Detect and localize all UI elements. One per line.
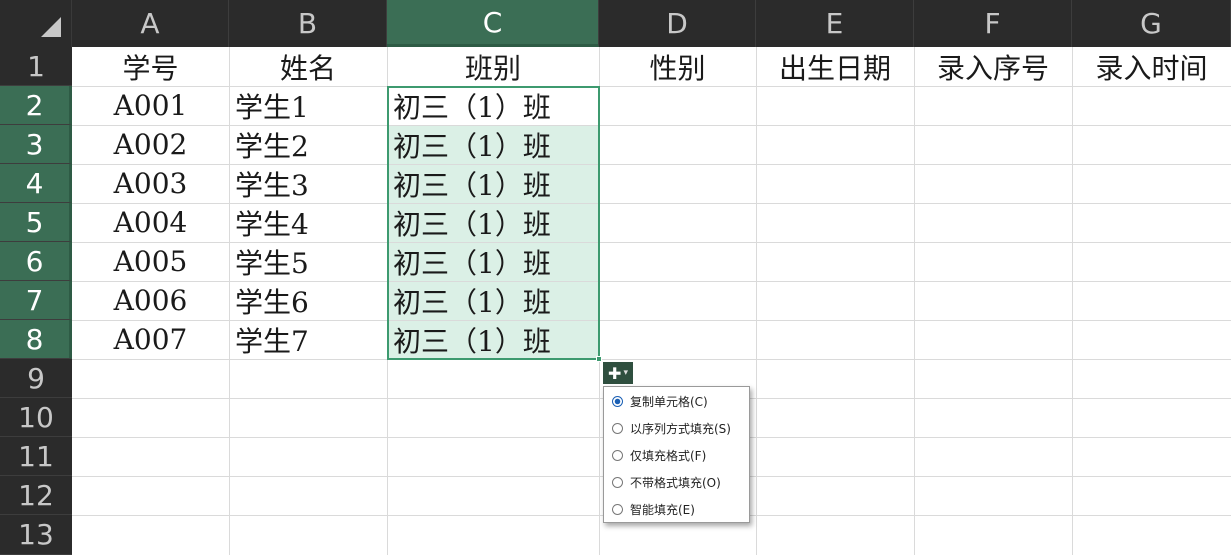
cell-g1[interactable]: 录入时间 (1072, 47, 1231, 86)
menu-item-label: 以序列方式填充(S) (630, 422, 731, 436)
column-header-d[interactable]: D (599, 0, 756, 47)
row-header-4[interactable]: 4 (0, 164, 72, 203)
cell-b6[interactable]: 学生5 (229, 242, 387, 281)
menu-item-label: 复制单元格(C) (630, 395, 708, 409)
cell-b7[interactable]: 学生6 (229, 281, 387, 320)
cell-d1[interactable]: 性别 (599, 47, 756, 86)
select-all-triangle-icon (41, 17, 61, 37)
cell-a1[interactable]: 学号 (72, 47, 229, 86)
gridline (72, 359, 1231, 360)
column-header-a[interactable]: A (72, 0, 229, 47)
radio-icon[interactable] (612, 423, 623, 434)
cell-b8[interactable]: 学生7 (229, 320, 387, 359)
row-header-1[interactable]: 1 (0, 47, 72, 86)
cell-b1[interactable]: 姓名 (229, 47, 387, 86)
menu-item-label: 仅填充格式(F) (630, 449, 707, 463)
cell-a6[interactable]: A005 (72, 242, 229, 281)
row-header-8[interactable]: 8 (0, 320, 72, 359)
cell-f1[interactable]: 录入序号 (914, 47, 1072, 86)
auto-fill-options-button[interactable]: ✚ ▾ (603, 362, 633, 384)
menu-item-label: 不带格式填充(O) (630, 476, 721, 490)
menu-item-copy-cells[interactable]: 复制单元格(C) (604, 388, 749, 415)
menu-item-label: 智能填充(E) (630, 503, 695, 517)
radio-selected-icon[interactable] (612, 396, 623, 407)
radio-icon[interactable] (612, 450, 623, 461)
fill-handle[interactable] (596, 356, 602, 362)
auto-fill-options-menu: 复制单元格(C) 以序列方式填充(S) 仅填充格式(F) 不带格式填充(O) 智… (603, 386, 750, 523)
cell-a2[interactable]: A001 (72, 86, 229, 125)
radio-icon[interactable] (612, 477, 623, 488)
row-header-11[interactable]: 11 (0, 437, 72, 476)
cell-b2[interactable]: 学生1 (229, 86, 387, 125)
row-header-13[interactable]: 13 (0, 515, 72, 555)
row-header-7[interactable]: 7 (0, 281, 72, 320)
cell-a8[interactable]: A007 (72, 320, 229, 359)
menu-item-fill-formatting-only[interactable]: 仅填充格式(F) (604, 442, 749, 469)
menu-item-flash-fill[interactable]: 智能填充(E) (604, 496, 749, 523)
row-header-10[interactable]: 10 (0, 398, 72, 437)
row-header-9[interactable]: 9 (0, 359, 72, 398)
menu-item-fill-without-formatting[interactable]: 不带格式填充(O) (604, 469, 749, 496)
row-header-3[interactable]: 3 (0, 125, 72, 164)
row-header-6[interactable]: 6 (0, 242, 72, 281)
radio-icon[interactable] (612, 504, 623, 515)
selection-border (387, 86, 600, 360)
menu-item-fill-series[interactable]: 以序列方式填充(S) (604, 415, 749, 442)
cell-a4[interactable]: A003 (72, 164, 229, 203)
row-header-5[interactable]: 5 (0, 203, 72, 242)
cell-c1[interactable]: 班别 (387, 47, 599, 86)
column-header-b[interactable]: B (229, 0, 387, 47)
row-header-12[interactable]: 12 (0, 476, 72, 515)
column-header-g[interactable]: G (1072, 0, 1231, 47)
cell-b3[interactable]: 学生2 (229, 125, 387, 164)
cell-a3[interactable]: A002 (72, 125, 229, 164)
gridline (914, 47, 915, 555)
cell-b5[interactable]: 学生4 (229, 203, 387, 242)
column-header-e[interactable]: E (756, 0, 914, 47)
cell-e1[interactable]: 出生日期 (756, 47, 914, 86)
column-header-c[interactable]: C (387, 0, 599, 47)
gridline (756, 47, 757, 555)
cell-a5[interactable]: A004 (72, 203, 229, 242)
column-header-f[interactable]: F (914, 0, 1072, 47)
chevron-down-icon: ▾ (623, 368, 628, 378)
auto-fill-options-icon: ✚ (608, 363, 622, 383)
cell-a7[interactable]: A006 (72, 281, 229, 320)
gridline (1072, 47, 1073, 555)
cell-b4[interactable]: 学生3 (229, 164, 387, 203)
select-all-corner[interactable] (0, 0, 72, 47)
row-header-2[interactable]: 2 (0, 86, 72, 125)
